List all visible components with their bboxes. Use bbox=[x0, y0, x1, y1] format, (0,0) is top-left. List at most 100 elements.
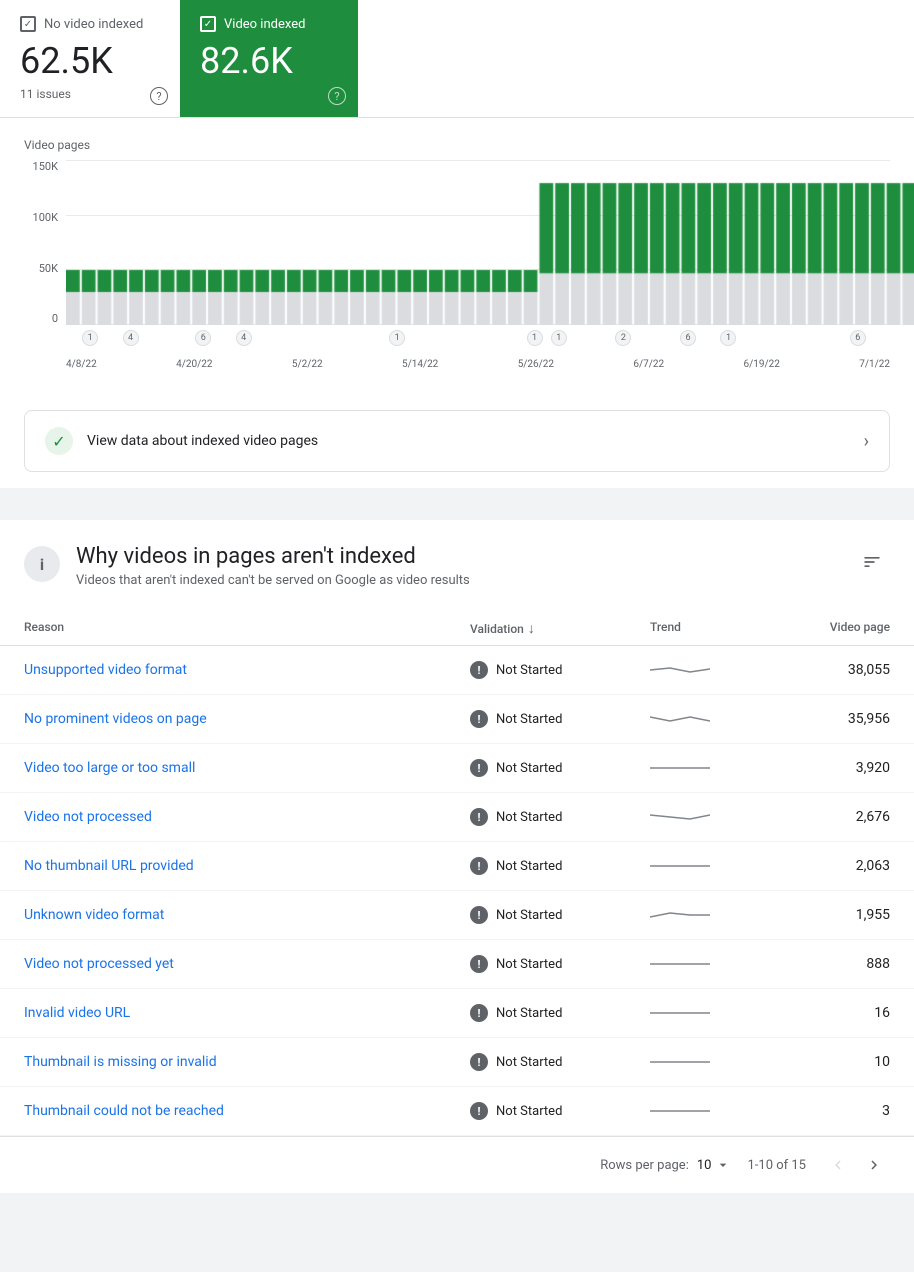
table-row[interactable]: Invalid video URL ! Not Started 16 bbox=[0, 989, 914, 1038]
section-divider bbox=[0, 504, 914, 520]
trend-sparkline bbox=[650, 758, 710, 778]
bubble-indicator: 1 bbox=[527, 330, 543, 346]
x-label-3: 5/2/22 bbox=[292, 359, 323, 370]
rows-per-page-label: Rows per page: bbox=[600, 1158, 689, 1173]
not-started-icon: ! bbox=[470, 808, 488, 826]
validation-cell: ! Not Started bbox=[470, 1004, 650, 1022]
table-row[interactable]: Video not processed ! Not Started 2,676 bbox=[0, 793, 914, 842]
bubble-indicator: 1 bbox=[720, 330, 736, 346]
col-validation[interactable]: Validation ↓ bbox=[470, 620, 650, 637]
video-count: 1,955 bbox=[790, 907, 890, 923]
table-row[interactable]: Video not processed yet ! Not Started 88… bbox=[0, 940, 914, 989]
sort-icon: ↓ bbox=[528, 620, 535, 637]
not-started-icon: ! bbox=[470, 1102, 488, 1120]
video-count: 35,956 bbox=[790, 711, 890, 727]
trend-sparkline bbox=[650, 709, 710, 729]
y-label-0: 0 bbox=[24, 312, 58, 325]
indexed-label: Video indexed bbox=[224, 17, 305, 32]
reason-text: Video not processed bbox=[24, 809, 470, 825]
not-started-icon: ! bbox=[470, 857, 488, 875]
banner-text: View data about indexed video pages bbox=[87, 433, 850, 449]
filter-icon-btn[interactable] bbox=[854, 544, 890, 580]
view-data-banner[interactable]: ✓ View data about indexed video pages › bbox=[24, 410, 890, 472]
x-axis-labels: 4/8/22 4/20/22 5/2/22 5/14/22 5/26/22 6/… bbox=[66, 359, 890, 370]
validation-cell: ! Not Started bbox=[470, 857, 650, 875]
table-header-row: Reason Validation ↓ Trend Video page bbox=[0, 612, 914, 646]
validation-status: Not Started bbox=[496, 908, 562, 923]
table-row[interactable]: Thumbnail could not be reached ! Not Sta… bbox=[0, 1087, 914, 1136]
video-count: 3,920 bbox=[790, 760, 890, 776]
chart-wrapper: 150K 100K 50K 0 bbox=[24, 160, 890, 370]
indexed-header: ✓ Video indexed bbox=[200, 16, 338, 32]
banner-arrow-icon: › bbox=[864, 431, 869, 452]
table-row[interactable]: No thumbnail URL provided ! Not Started … bbox=[0, 842, 914, 891]
y-label-50k: 50K bbox=[24, 262, 58, 275]
trend-cell bbox=[650, 758, 790, 778]
validation-status: Not Started bbox=[496, 663, 562, 678]
validation-cell: ! Not Started bbox=[470, 1053, 650, 1071]
y-label-150k: 150K bbox=[24, 160, 58, 173]
validation-cell: ! Not Started bbox=[470, 1102, 650, 1120]
not-indexed-card: ✓ No video indexed 62.5K 11 issues ? bbox=[0, 0, 180, 117]
bubble-indicator: 2 bbox=[615, 330, 631, 346]
reason-text: Unsupported video format bbox=[24, 662, 470, 678]
rows-dropdown-icon bbox=[715, 1157, 731, 1173]
indexed-help-icon[interactable]: ? bbox=[328, 87, 346, 105]
next-page-btn[interactable] bbox=[858, 1149, 890, 1181]
chart-section: Video pages 150K 100K 50K 0 bbox=[0, 118, 914, 488]
why-section: i Why videos in pages aren't indexed Vid… bbox=[0, 520, 914, 1193]
reason-text: Video not processed yet bbox=[24, 956, 470, 972]
table-container: Reason Validation ↓ Trend Video page Uns… bbox=[0, 612, 914, 1136]
indexed-count: 82.6K bbox=[200, 40, 338, 83]
not-started-icon: ! bbox=[470, 1004, 488, 1022]
table-row[interactable]: Unsupported video format ! Not Started 3… bbox=[0, 646, 914, 695]
x-label-8: 7/1/22 bbox=[859, 359, 890, 370]
page-nav bbox=[822, 1149, 890, 1181]
validation-status: Not Started bbox=[496, 1006, 562, 1021]
video-count: 16 bbox=[790, 1005, 890, 1021]
filter-icon bbox=[862, 552, 882, 572]
rows-select[interactable]: 10 bbox=[697, 1157, 732, 1173]
table-row[interactable]: Thumbnail is missing or invalid ! Not St… bbox=[0, 1038, 914, 1087]
trend-sparkline bbox=[650, 660, 710, 680]
prev-page-btn[interactable] bbox=[822, 1149, 854, 1181]
table-row[interactable]: No prominent videos on page ! Not Starte… bbox=[0, 695, 914, 744]
prev-page-icon bbox=[829, 1156, 847, 1174]
bubble-indicator: 1 bbox=[82, 330, 98, 346]
reason-text: Unknown video format bbox=[24, 907, 470, 923]
reason-text: Thumbnail is missing or invalid bbox=[24, 1054, 470, 1070]
video-count: 888 bbox=[790, 956, 890, 972]
bubble-indicator: 4 bbox=[236, 330, 252, 346]
video-count: 10 bbox=[790, 1054, 890, 1070]
video-count: 2,063 bbox=[790, 858, 890, 874]
not-started-icon: ! bbox=[470, 759, 488, 777]
validation-status: Not Started bbox=[496, 810, 562, 825]
trend-cell bbox=[650, 660, 790, 680]
col-reason: Reason bbox=[24, 620, 470, 637]
table-row[interactable]: Unknown video format ! Not Started 1,955 bbox=[0, 891, 914, 940]
trend-sparkline bbox=[650, 807, 710, 827]
validation-cell: ! Not Started bbox=[470, 808, 650, 826]
x-label-7: 6/19/22 bbox=[744, 359, 780, 370]
validation-status: Not Started bbox=[496, 761, 562, 776]
rows-per-page: Rows per page: 10 bbox=[600, 1157, 731, 1173]
not-indexed-help-icon[interactable]: ? bbox=[150, 87, 168, 105]
trend-sparkline bbox=[650, 905, 710, 925]
x-label-5: 5/26/22 bbox=[518, 359, 554, 370]
bubble-indicator: 6 bbox=[195, 330, 211, 346]
video-count: 3 bbox=[790, 1103, 890, 1119]
not-started-icon: ! bbox=[470, 710, 488, 728]
not-started-icon: ! bbox=[470, 955, 488, 973]
video-count: 2,676 bbox=[790, 809, 890, 825]
y-label-100k: 100K bbox=[24, 211, 58, 224]
page-info: 1-10 of 15 bbox=[747, 1158, 806, 1173]
bubble-row: 14641112616 bbox=[66, 330, 890, 348]
bubble-indicator: 6 bbox=[680, 330, 696, 346]
why-header: i Why videos in pages aren't indexed Vid… bbox=[0, 520, 914, 588]
trend-cell bbox=[650, 1052, 790, 1072]
stats-row: ✓ No video indexed 62.5K 11 issues ? ✓ V… bbox=[0, 0, 914, 118]
bar-chart-canvas bbox=[66, 160, 914, 325]
col-trend: Trend bbox=[650, 620, 790, 637]
trend-cell bbox=[650, 954, 790, 974]
table-row[interactable]: Video too large or too small ! Not Start… bbox=[0, 744, 914, 793]
